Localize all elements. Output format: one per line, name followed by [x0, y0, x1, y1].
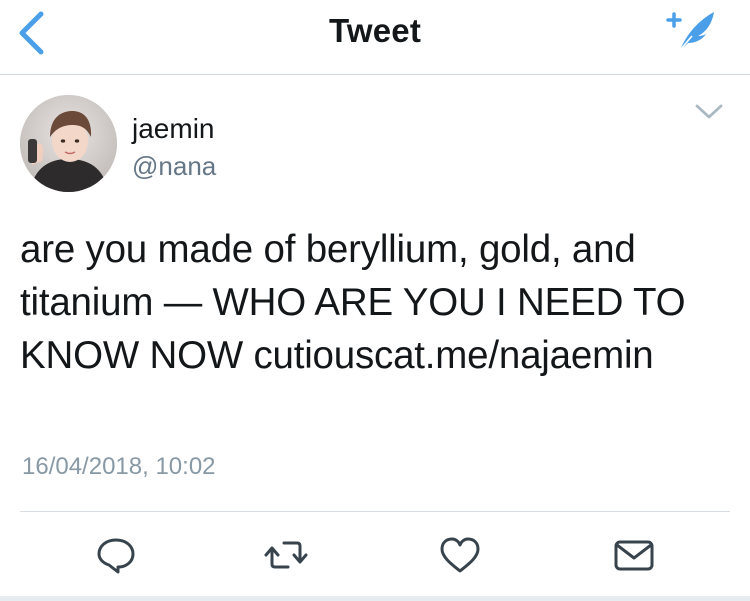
tweet-text: are you made of beryllium, gold, and tit…: [20, 223, 730, 382]
bottom-separator: [0, 596, 750, 601]
like-button[interactable]: [436, 534, 484, 576]
profile-photo: [20, 95, 117, 192]
navigation-bar: Tweet: [0, 0, 750, 75]
tweet-text-line: are you made of beryllium, gold, and: [20, 228, 636, 271]
envelope-icon: [614, 540, 654, 571]
tweet-text-line: KNOW NOW cutiouscat.me/najaemin: [20, 334, 654, 377]
tweet-options-button[interactable]: [694, 103, 724, 121]
retweet-button[interactable]: [262, 534, 310, 576]
tweet-timestamp: 16/04/2018, 10:02: [22, 453, 216, 480]
direct-message-button[interactable]: [610, 534, 658, 576]
page-title: Tweet: [328, 12, 422, 49]
compose-tweet-button[interactable]: [662, 6, 722, 56]
tweet-detail: jaemin @nana are you made of beryllium, …: [0, 75, 750, 595]
tweet-text-line: titanium — WHO ARE YOU I NEED TO: [20, 281, 686, 324]
user-handle[interactable]: @nana: [132, 151, 216, 182]
reply-button[interactable]: [92, 534, 140, 576]
retweet-icon: [264, 541, 308, 569]
compose-feather-icon: [666, 12, 714, 51]
display-name[interactable]: jaemin: [132, 113, 214, 145]
tweet-actions: [0, 512, 750, 596]
reply-bubble-icon: [97, 538, 135, 574]
heart-icon: [440, 537, 480, 573]
avatar[interactable]: [20, 95, 117, 192]
chevron-down-icon: [695, 104, 723, 119]
